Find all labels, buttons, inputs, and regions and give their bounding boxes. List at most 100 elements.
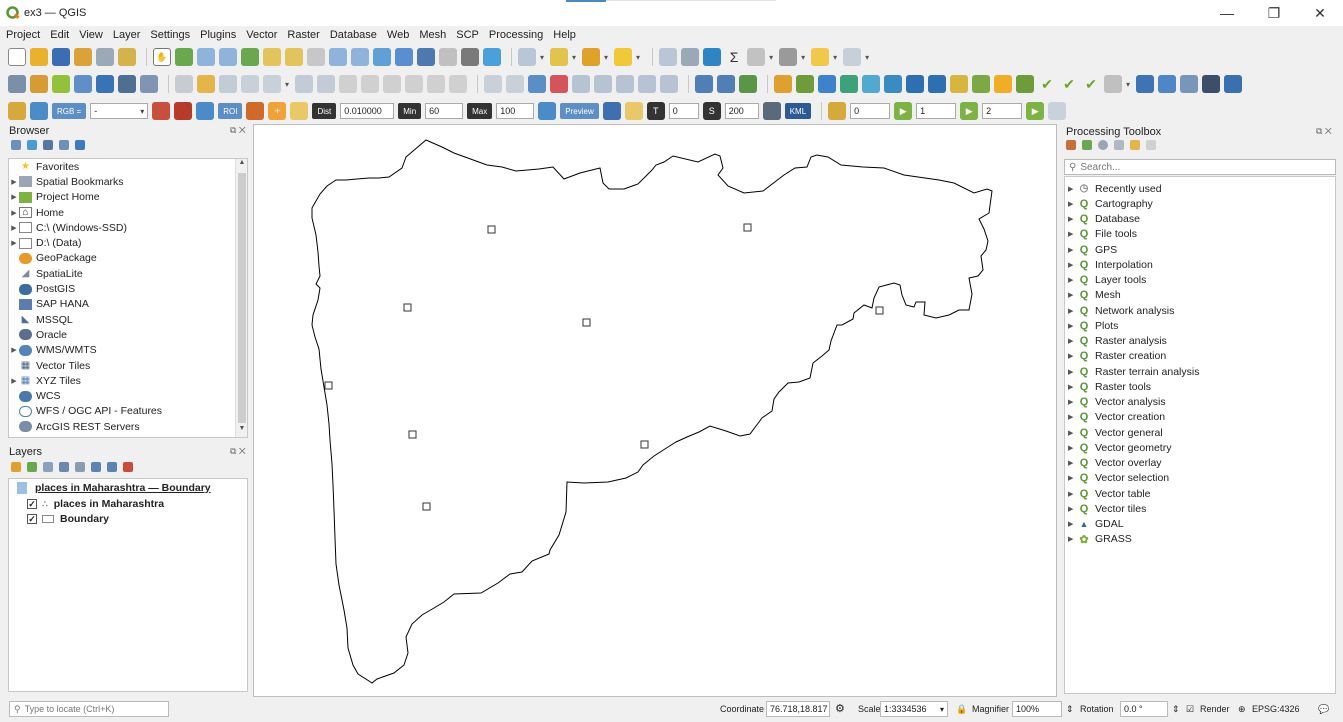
layer-checkbox[interactable]: ✓ xyxy=(27,514,37,524)
expand-arrow-icon[interactable]: ▶ xyxy=(1068,261,1078,269)
list-item[interactable]: Oracle xyxy=(9,327,247,342)
zoom-last-icon[interactable] xyxy=(329,48,347,66)
map-tips-icon[interactable] xyxy=(811,48,830,66)
crs-button[interactable]: EPSG:4326 xyxy=(1252,704,1300,714)
zoom-to-layer-icon[interactable] xyxy=(285,48,303,66)
identify-icon[interactable] xyxy=(518,48,536,66)
expand-arrow-icon[interactable]: ▶ xyxy=(1068,398,1078,406)
layer-checkbox[interactable]: ✓ xyxy=(27,499,37,509)
render-checkbox[interactable]: ☑ xyxy=(1186,704,1194,715)
open-project-icon[interactable] xyxy=(30,48,48,66)
plugin-b-icon[interactable] xyxy=(796,75,815,93)
chevron-down-icon[interactable]: ▾ xyxy=(540,53,544,62)
scp-band-set-icon[interactable] xyxy=(695,75,714,93)
redo-icon[interactable] xyxy=(449,75,468,93)
maximize-button[interactable]: ❐ xyxy=(1252,0,1296,26)
digitize-icon[interactable] xyxy=(241,75,259,93)
list-item[interactable]: ▶ Q Vector overlay xyxy=(1065,456,1335,471)
place-point[interactable] xyxy=(875,306,884,315)
list-item[interactable]: ▶ Q Vector analysis xyxy=(1065,395,1335,410)
move-label-icon[interactable] xyxy=(572,75,591,93)
add-selected-layers-icon[interactable] xyxy=(11,140,21,150)
label-properties-icon[interactable] xyxy=(638,75,657,93)
new-map-view-icon[interactable] xyxy=(373,48,391,66)
chevron-down-icon[interactable]: ▾ xyxy=(1126,80,1130,89)
expand-arrow-icon[interactable]: ▶ xyxy=(1068,291,1078,299)
layer-item[interactable]: ✓ Boundary xyxy=(27,512,109,526)
expand-arrow-icon[interactable]: ▶ xyxy=(1068,459,1078,467)
expand-arrow-icon[interactable]: ▶ xyxy=(1068,185,1078,193)
locator-search-icon[interactable] xyxy=(843,48,862,66)
chevron-down-icon[interactable]: ▾ xyxy=(865,53,869,62)
expand-arrow-icon[interactable]: ▶ xyxy=(1068,505,1078,513)
list-item[interactable]: ▶ D:\ (Data) xyxy=(9,235,247,250)
style-manager-icon[interactable] xyxy=(118,48,136,66)
add-virtual-layer-icon[interactable] xyxy=(140,75,158,93)
expand-arrow-icon[interactable]: ▶ xyxy=(1068,322,1078,330)
save-project-icon[interactable] xyxy=(52,48,70,66)
help-icon[interactable] xyxy=(1224,75,1243,93)
history-icon[interactable] xyxy=(1098,140,1108,150)
scp-redo-preview-icon[interactable] xyxy=(624,102,643,120)
list-item[interactable]: ▶ Q Vector geometry xyxy=(1065,440,1335,455)
scp-band-rgb-icon[interactable] xyxy=(152,102,171,120)
select-features-icon[interactable] xyxy=(550,48,569,66)
new-print-layout-icon[interactable] xyxy=(74,48,92,66)
change-label-icon[interactable] xyxy=(616,75,635,93)
list-item[interactable]: ▶ Q Vector tiles xyxy=(1065,501,1335,516)
expand-arrow-icon[interactable]: ▶ xyxy=(9,377,19,385)
start-spinbox[interactable]: 1 xyxy=(916,103,957,119)
bookmark-icon[interactable] xyxy=(417,48,435,66)
plugin-l-icon[interactable] xyxy=(1016,75,1035,93)
roi-button[interactable]: ROI xyxy=(218,103,243,119)
scroll-up-icon[interactable]: ▲ xyxy=(236,159,247,171)
chevron-down-icon[interactable]: ▾ xyxy=(833,53,837,62)
processing-search-input[interactable]: ⚲ Search... xyxy=(1064,159,1336,175)
expand-arrow-icon[interactable]: ▶ xyxy=(1068,474,1078,482)
show-labels-icon[interactable] xyxy=(528,75,547,93)
dist-spinbox[interactable]: 0.010000 xyxy=(340,103,395,119)
boundary-polygon[interactable] xyxy=(311,139,993,684)
zoom-out-icon[interactable] xyxy=(219,48,237,66)
list-item[interactable]: ▶ Q GPS xyxy=(1065,242,1335,257)
place-point[interactable] xyxy=(324,381,333,390)
panel-close-icon[interactable]: ⧉ ✕ xyxy=(1316,126,1332,137)
add-polygon-icon[interactable] xyxy=(263,75,281,93)
list-item[interactable]: ▶ ⌂ Home xyxy=(9,205,247,220)
open-styling-icon[interactable] xyxy=(11,462,21,472)
list-item[interactable]: WCS xyxy=(9,388,247,403)
plugin-c-icon[interactable] xyxy=(818,75,837,93)
list-item[interactable]: ▦ Vector Tiles xyxy=(9,358,247,373)
scp-zoom-preview-icon[interactable] xyxy=(538,102,557,120)
menu-vector[interactable]: Vector xyxy=(246,29,277,41)
plugin-d-icon[interactable] xyxy=(840,75,859,93)
scp-table-icon[interactable] xyxy=(1048,102,1067,120)
remove-layer-icon[interactable] xyxy=(123,462,133,472)
browser-scrollbar[interactable]: ▲ ▼ xyxy=(235,159,247,437)
python-console-icon[interactable] xyxy=(1202,75,1221,93)
expand-arrow-icon[interactable]: ▶ xyxy=(1068,307,1078,315)
max-spinbox[interactable]: 100 xyxy=(496,103,535,119)
modify-attributes-icon[interactable] xyxy=(317,75,336,93)
expand-arrow-icon[interactable]: ▶ xyxy=(1068,352,1078,360)
measure-line-icon[interactable] xyxy=(779,48,798,66)
toggle-extents-icon[interactable]: ⚙ xyxy=(835,702,845,715)
add-group-icon[interactable] xyxy=(27,462,37,472)
list-item[interactable]: ▶ ▲ GDAL xyxy=(1065,517,1335,532)
messages-icon[interactable]: 💬 xyxy=(1318,704,1329,715)
menu-help[interactable]: Help xyxy=(553,29,576,41)
collapse-all-icon[interactable] xyxy=(107,462,117,472)
list-item[interactable]: ▶ Q Database xyxy=(1065,212,1335,227)
scp-zoom-icon[interactable] xyxy=(30,102,48,120)
menu-mesh[interactable]: Mesh xyxy=(419,29,446,41)
expand-arrow-icon[interactable]: ▶ xyxy=(9,224,19,232)
vertex-tool-icon[interactable] xyxy=(295,75,314,93)
plugin-a-icon[interactable] xyxy=(774,75,793,93)
kml-button[interactable]: KML xyxy=(784,103,812,119)
scale-combo[interactable]: 1:3334536 ▾ xyxy=(880,701,948,717)
locator-search-input[interactable]: ⚲ Type to locate (Ctrl+K) xyxy=(9,701,169,717)
pan-to-selection-icon[interactable] xyxy=(175,48,193,66)
new-3d-view-icon[interactable] xyxy=(395,48,413,66)
menu-plugins[interactable]: Plugins xyxy=(200,29,236,41)
menu-processing[interactable]: Processing xyxy=(489,29,543,41)
